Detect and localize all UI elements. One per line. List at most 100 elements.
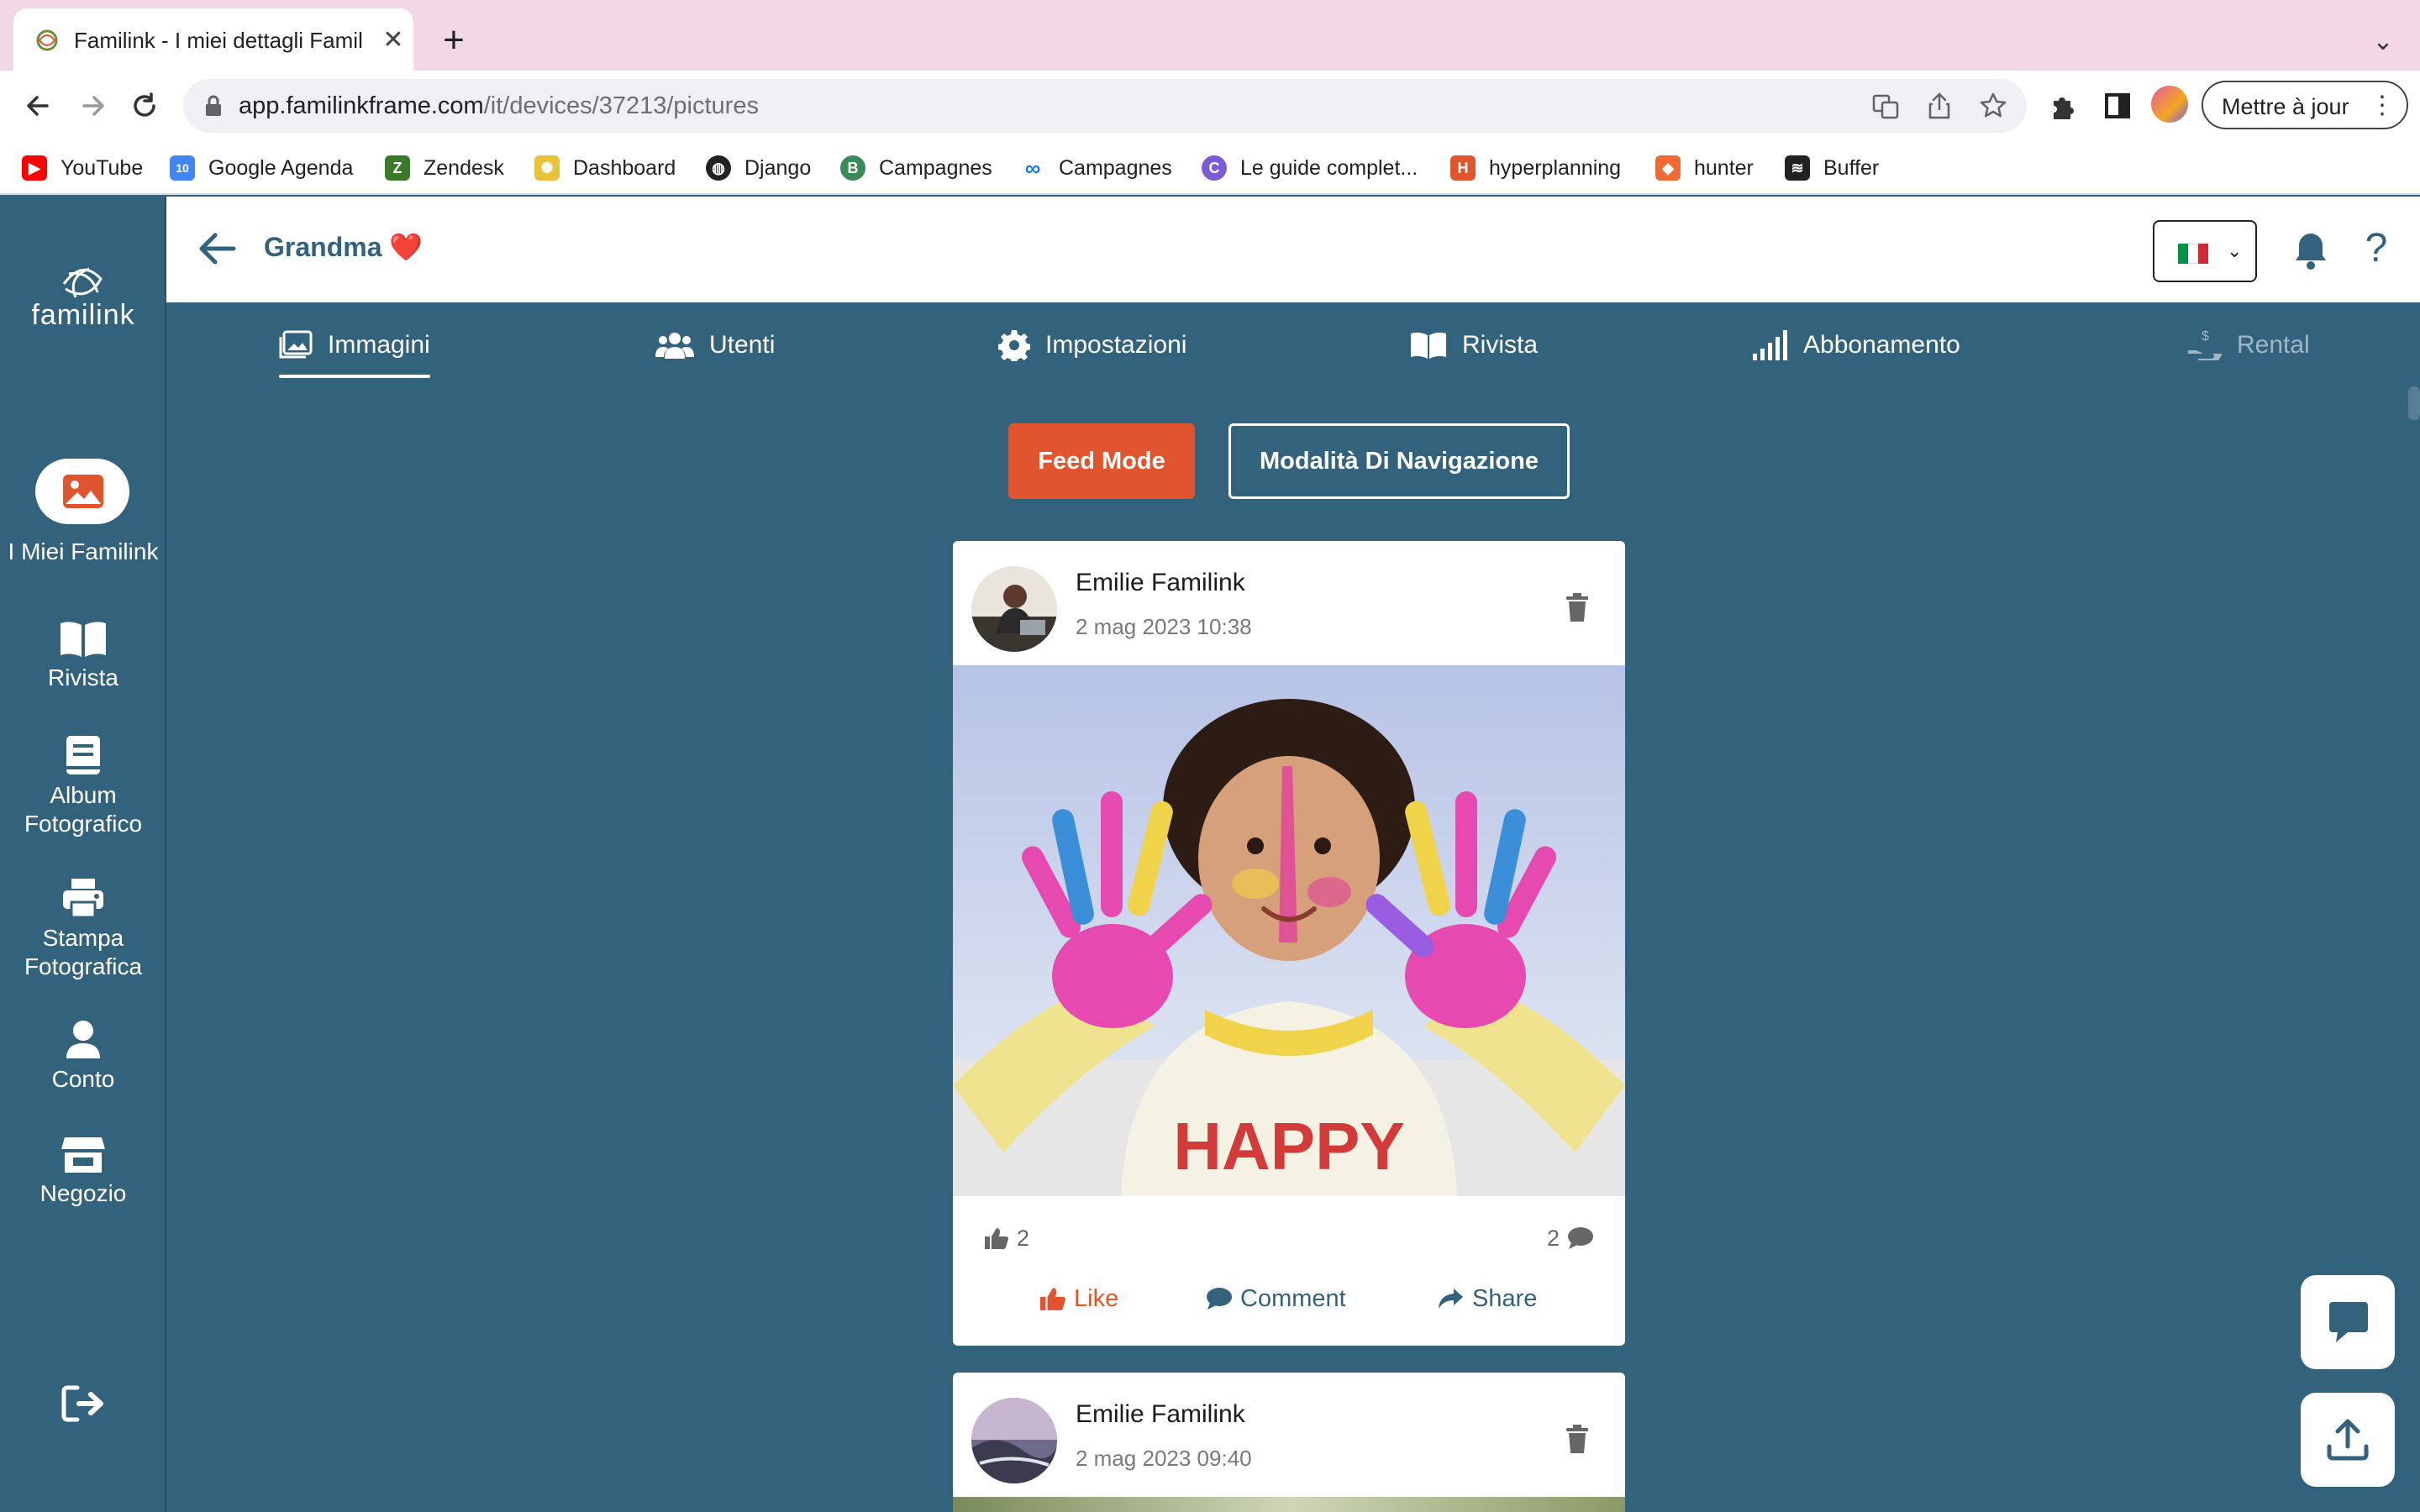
trash-icon[interactable] <box>1565 1425 1590 1455</box>
app-header: Grandma ❤️ ⌄ ? <box>166 197 2420 302</box>
bookmark-label: Buffer <box>1823 155 1880 180</box>
rail-item-rivista[interactable]: Rivista <box>0 620 166 692</box>
bookmarks-bar: ▶ YouTube 10 Google Agenda Z Zendesk ✺ D… <box>0 141 2420 195</box>
h-icon: H <box>1450 155 1476 181</box>
bookmark-label: hunter <box>1694 155 1754 180</box>
chat-button[interactable] <box>2301 1275 2395 1369</box>
tab-search-icon[interactable]: ⌄ <box>2363 22 2403 62</box>
italy-flag-icon <box>2178 244 2208 264</box>
post-photo[interactable]: HAPPY <box>953 665 1625 1196</box>
lock-icon[interactable] <box>203 94 224 118</box>
users-icon <box>655 333 694 359</box>
bookmark-label: Campagnes <box>1059 155 1172 180</box>
bookmark-campagnes-1[interactable]: B Campagnes <box>840 153 992 183</box>
url-text[interactable]: app.familinkframe.com/it/devices/37213/p… <box>239 92 759 119</box>
comment-bubble-icon <box>1207 1288 1232 1310</box>
bell-icon[interactable] <box>2292 230 2329 270</box>
tab-immagini[interactable]: Immagini <box>279 323 430 378</box>
familink-logo[interactable]: familink <box>24 264 143 331</box>
calendar-icon: 10 <box>170 155 195 181</box>
comment-label: Comment <box>1240 1284 1346 1312</box>
post-photo[interactable] <box>953 1497 1625 1512</box>
bookmark-buffer[interactable]: ≋ Buffer <box>1785 153 1879 183</box>
share-icon[interactable] <box>1924 91 1954 121</box>
bookmark-label: Zendesk <box>424 155 504 180</box>
back-icon[interactable] <box>17 84 60 128</box>
translate-icon[interactable] <box>1870 91 1901 121</box>
tab-abbonamento[interactable]: Abbonamento <box>1753 323 1960 368</box>
bookmark-zendesk[interactable]: Z Zendesk <box>385 153 504 183</box>
help-icon[interactable]: ? <box>2360 225 2393 272</box>
reload-icon[interactable] <box>123 84 166 128</box>
meta-icon: ∞ <box>1020 155 1045 181</box>
bookmark-google-agenda[interactable]: 10 Google Agenda <box>170 153 353 183</box>
comments-value: 2 <box>1546 1225 1560 1251</box>
tab-label: Utenti <box>709 331 776 359</box>
side-panel-icon[interactable] <box>2096 84 2139 128</box>
thumbs-up-icon <box>985 1228 1008 1249</box>
thumbs-up-icon <box>1040 1288 1065 1310</box>
rail-item-shop[interactable]: Negozio <box>0 1136 166 1208</box>
like-button[interactable]: Like <box>1040 1282 1118 1315</box>
browser-toolbar: app.familinkframe.com/it/devices/37213/p… <box>0 71 2420 141</box>
logout-icon[interactable] <box>60 1384 106 1423</box>
bookmark-campagnes-2[interactable]: ∞ Campagnes <box>1020 153 1172 183</box>
browser-tab[interactable]: Familink - I miei dettagli Famil ✕ <box>13 8 413 71</box>
update-browser-button[interactable]: Mettre à jour ⋮ <box>2202 81 2408 129</box>
author-avatar[interactable] <box>971 1398 1057 1483</box>
bookmark-hyperplanning[interactable]: H hyperplanning <box>1450 153 1621 183</box>
fox-icon: ◆ <box>1655 155 1681 181</box>
close-tab-icon[interactable]: ✕ <box>376 24 410 57</box>
bookmark-guide[interactable]: C Le guide complet... <box>1202 153 1418 183</box>
youtube-icon: ▶ <box>22 155 47 181</box>
browse-mode-button[interactable]: Modalità Di Navigazione <box>1228 423 1570 499</box>
bookmark-label: hyperplanning <box>1489 155 1622 180</box>
language-select[interactable]: ⌄ <box>2153 220 2257 282</box>
rail-item-print[interactable]: Stampa Fotografica <box>0 877 166 981</box>
tab-impostazioni[interactable]: Impostazioni <box>998 323 1186 368</box>
album-icon <box>66 736 100 774</box>
rail-item-account[interactable]: Conto <box>0 1020 166 1094</box>
rail-item-label: I Miei Familink <box>8 538 159 564</box>
feed-mode-button[interactable]: Feed Mode <box>1008 423 1195 499</box>
author-avatar[interactable] <box>971 566 1057 652</box>
likes-count: 2 <box>985 1223 1029 1253</box>
scrollbar-thumb[interactable] <box>2408 386 2420 420</box>
tab-rivista[interactable]: Rivista <box>1410 323 1538 368</box>
back-arrow-icon[interactable] <box>197 230 239 267</box>
bookmark-star-icon[interactable] <box>1978 91 2008 121</box>
trash-icon[interactable] <box>1565 593 1590 623</box>
share-button[interactable]: Share <box>1437 1282 1537 1315</box>
upload-button[interactable] <box>2301 1393 2395 1487</box>
store-icon <box>61 1137 105 1173</box>
rail-item-album[interactable]: Album Fotografico <box>0 734 166 838</box>
bookmark-django[interactable]: ◍ Django <box>706 153 811 183</box>
bookmark-hunter[interactable]: ◆ hunter <box>1655 153 1754 183</box>
rail-item-label: Negozio <box>39 1180 127 1206</box>
bookmark-label: Dashboard <box>573 155 676 180</box>
rail-item-my-familink[interactable]: I Miei Familink <box>0 474 166 566</box>
feed-post: Emilie Familink 2 mag 2023 10:38 HAPPY 2… <box>953 541 1625 1346</box>
profile-avatar[interactable] <box>2151 86 2188 123</box>
b-icon: B <box>840 155 865 181</box>
kebab-menu-icon[interactable]: ⋮ <box>2370 91 2395 121</box>
address-bar[interactable]: app.familinkframe.com/it/devices/37213/p… <box>183 79 2027 133</box>
bookmark-label: Campagnes <box>879 155 992 180</box>
tab-utenti[interactable]: Utenti <box>655 323 775 368</box>
images-icon <box>279 330 313 359</box>
globe-icon: ◍ <box>706 155 731 181</box>
extensions-icon[interactable] <box>2042 84 2086 128</box>
browser-tab-strip: Familink - I miei dettagli Famil ✕ + ⌄ <box>0 0 2420 71</box>
bookmark-dashboard[interactable]: ✺ Dashboard <box>534 153 676 183</box>
url-host: app.familinkframe.com <box>239 92 484 119</box>
c-icon: C <box>1202 155 1227 181</box>
update-label: Mettre à jour <box>2222 94 2349 119</box>
bookmark-youtube[interactable]: ▶ YouTube <box>22 153 143 183</box>
printer-icon <box>63 879 103 919</box>
new-tab-button[interactable]: + <box>434 22 474 62</box>
comment-button[interactable]: Comment <box>1207 1282 1346 1315</box>
comment-bubble-icon <box>1568 1227 1593 1249</box>
forward-icon[interactable] <box>71 84 114 128</box>
share-label: Share <box>1472 1284 1538 1312</box>
tab-rental: $ Rental <box>2186 323 2310 368</box>
